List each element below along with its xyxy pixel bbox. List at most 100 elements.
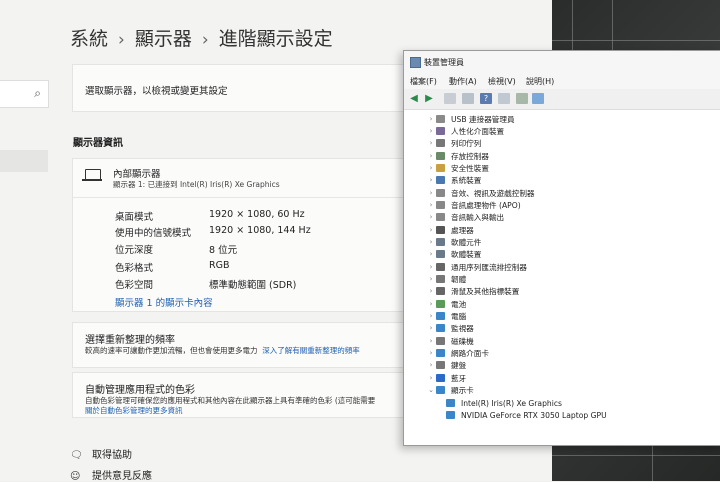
tree-item[interactable]: › 音效、視訊及遊戲控制器 xyxy=(426,187,535,199)
device-category-icon xyxy=(436,312,445,320)
chevron-right-icon[interactable]: › xyxy=(426,263,436,271)
device-category-icon xyxy=(436,115,445,123)
row-label: 色彩格式 xyxy=(115,263,154,274)
properties-icon[interactable] xyxy=(462,93,474,104)
chevron-right-icon[interactable]: › xyxy=(426,152,436,160)
tree-item[interactable]: › 音訊輸入與輸出 xyxy=(426,211,505,223)
chevron-right-icon[interactable]: › xyxy=(426,115,436,123)
display-adapter-icon xyxy=(446,411,455,419)
tree-item[interactable]: › 列印佇列 xyxy=(426,137,482,149)
tree-item-label: 鍵盤 xyxy=(451,360,467,370)
tree-item[interactable]: › 監視器 xyxy=(426,322,474,334)
chevron-right-icon[interactable]: › xyxy=(426,374,436,382)
chevron-right-icon[interactable]: › xyxy=(426,127,436,135)
tree-item[interactable]: › 電池 xyxy=(426,298,467,310)
tree-item-label: 電腦 xyxy=(451,311,467,321)
monitor-icon[interactable] xyxy=(532,93,544,104)
feedback-link[interactable]: ☺ 提供意見反應 xyxy=(70,467,152,482)
tree-item[interactable]: › USB 連接器管理員 xyxy=(426,113,515,125)
get-help-link[interactable]: 🗨 取得協助 xyxy=(70,446,132,461)
chevron-right-icon: › xyxy=(118,30,125,50)
tree-item[interactable]: › 安全性裝置 xyxy=(426,162,489,174)
chevron-right-icon[interactable]: › xyxy=(426,164,436,172)
device-category-icon xyxy=(436,374,445,382)
tree-item-label: 網路介面卡 xyxy=(451,348,489,358)
tree-item[interactable]: › 軟體元件 xyxy=(426,236,482,248)
menu-file[interactable]: 檔案(F) xyxy=(410,76,437,87)
help-book-icon[interactable]: ? xyxy=(480,93,492,104)
tree-item[interactable]: › 網路介面卡 xyxy=(426,347,489,359)
tree-item[interactable]: › 韌體 xyxy=(426,273,467,285)
adapter-properties-link[interactable]: 顯示器 1 的顯示卡內容 xyxy=(115,295,213,309)
chevron-right-icon[interactable]: › xyxy=(426,176,436,184)
search-input[interactable]: ⌕ xyxy=(0,80,49,108)
breadcrumb-system[interactable]: 系統 xyxy=(70,28,108,50)
tree-item[interactable]: › 系統裝置 xyxy=(426,174,482,186)
tree-item[interactable]: › 軟體裝置 xyxy=(426,248,482,260)
forward-arrow-icon[interactable]: ▶ xyxy=(423,93,435,104)
chevron-right-icon[interactable]: › xyxy=(426,139,436,147)
chevron-right-icon[interactable]: › xyxy=(426,226,436,234)
tree-item[interactable]: › 處理器 xyxy=(426,224,474,236)
color-management-link[interactable]: 關於自動色彩管理的更多資訊 xyxy=(85,405,183,416)
menu-help[interactable]: 說明(H) xyxy=(526,76,554,87)
tree-item-label: NVIDIA GeForce RTX 3050 Laptop GPU xyxy=(461,410,607,420)
tree-item-label: 安全性裝置 xyxy=(451,163,489,173)
chevron-right-icon[interactable]: › xyxy=(426,361,436,369)
row-value: 1920 × 1080, 144 Hz xyxy=(209,225,311,236)
device-category-icon xyxy=(436,300,445,308)
tree-item-display-adapters[interactable]: ⌄ 顯示卡 xyxy=(426,384,474,396)
menu-view[interactable]: 檢視(V) xyxy=(488,76,516,87)
tree-item[interactable]: › 藍牙 xyxy=(426,372,467,384)
tree-item-display-adapter[interactable]: Intel(R) Iris(R) Xe Graphics xyxy=(446,397,562,409)
tree-item-label: 音效、視訊及遊戲控制器 xyxy=(451,188,535,198)
menu-action[interactable]: 動作(A) xyxy=(449,76,477,87)
tree-item[interactable]: › 鍵盤 xyxy=(426,359,467,371)
tree-item-display-adapter[interactable]: NVIDIA GeForce RTX 3050 Laptop GPU xyxy=(446,409,607,421)
chevron-right-icon[interactable]: › xyxy=(426,213,436,221)
chevron-right-icon[interactable]: › xyxy=(426,349,436,357)
chevron-right-icon[interactable]: › xyxy=(426,189,436,197)
device-category-icon xyxy=(436,386,445,394)
chevron-right-icon[interactable]: › xyxy=(426,300,436,308)
device-category-icon xyxy=(436,349,445,357)
tree-item[interactable]: › 存放控制器 xyxy=(426,150,489,162)
tree-item-label: 人性化介面裝置 xyxy=(451,126,505,136)
chevron-right-icon[interactable]: › xyxy=(426,337,436,345)
chevron-right-icon[interactable]: › xyxy=(426,275,436,283)
chevron-right-icon[interactable]: › xyxy=(426,312,436,320)
tree-view-icon[interactable] xyxy=(444,93,456,104)
refresh-rate-desc-text: 較高的速率可讓動作更加流暢，但也會使用更多電力 xyxy=(85,346,258,355)
back-arrow-icon[interactable]: ◀ xyxy=(408,93,420,104)
device-manager-titlebar[interactable]: 裝置管理員 xyxy=(404,51,720,73)
tree-item[interactable]: › 磁碟機 xyxy=(426,335,474,347)
device-category-icon xyxy=(436,275,445,283)
device-category-icon xyxy=(436,324,445,332)
tree-item[interactable]: › 電腦 xyxy=(426,310,467,322)
chevron-right-icon[interactable]: › xyxy=(426,201,436,209)
refresh-rate-desc: 較高的速率可讓動作更加流暢，但也會使用更多電力 深入了解有關重新整理的頻率 xyxy=(85,345,360,356)
help-icon: 🗨 xyxy=(70,450,83,461)
feedback-icon: ☺ xyxy=(70,471,81,482)
chevron-down-icon[interactable]: ⌄ xyxy=(426,386,436,394)
tree-item[interactable]: › 人性化介面裝置 xyxy=(426,125,505,137)
color-management-title: 自動管理應用程式的色彩 xyxy=(85,385,195,396)
tree-item[interactable]: › 音訊處理物件 (APO) xyxy=(426,199,521,211)
device-category-icon xyxy=(436,263,445,271)
chevron-right-icon[interactable]: › xyxy=(426,250,436,258)
tree-item-label: 系統裝置 xyxy=(451,175,482,185)
tree-item-label: 磁碟機 xyxy=(451,336,474,346)
device-category-icon xyxy=(436,361,445,369)
chevron-right-icon[interactable]: › xyxy=(426,287,436,295)
chevron-right-icon[interactable]: › xyxy=(426,238,436,246)
tree-item[interactable]: › 通用序列匯流排控制器 xyxy=(426,261,527,273)
nav-item-selected[interactable] xyxy=(0,150,48,172)
tree-item[interactable]: › 滑鼠及其他指標裝置 xyxy=(426,285,520,297)
chevron-right-icon[interactable]: › xyxy=(426,324,436,332)
update-driver-icon[interactable] xyxy=(498,93,510,104)
display-adapter-icon xyxy=(446,399,455,407)
refresh-rate-learn-more-link[interactable]: 深入了解有關重新整理的頻率 xyxy=(262,346,360,355)
scan-hardware-icon[interactable] xyxy=(516,93,528,104)
row-label: 位元深度 xyxy=(115,245,154,256)
breadcrumb-display[interactable]: 顯示器 xyxy=(135,28,192,50)
